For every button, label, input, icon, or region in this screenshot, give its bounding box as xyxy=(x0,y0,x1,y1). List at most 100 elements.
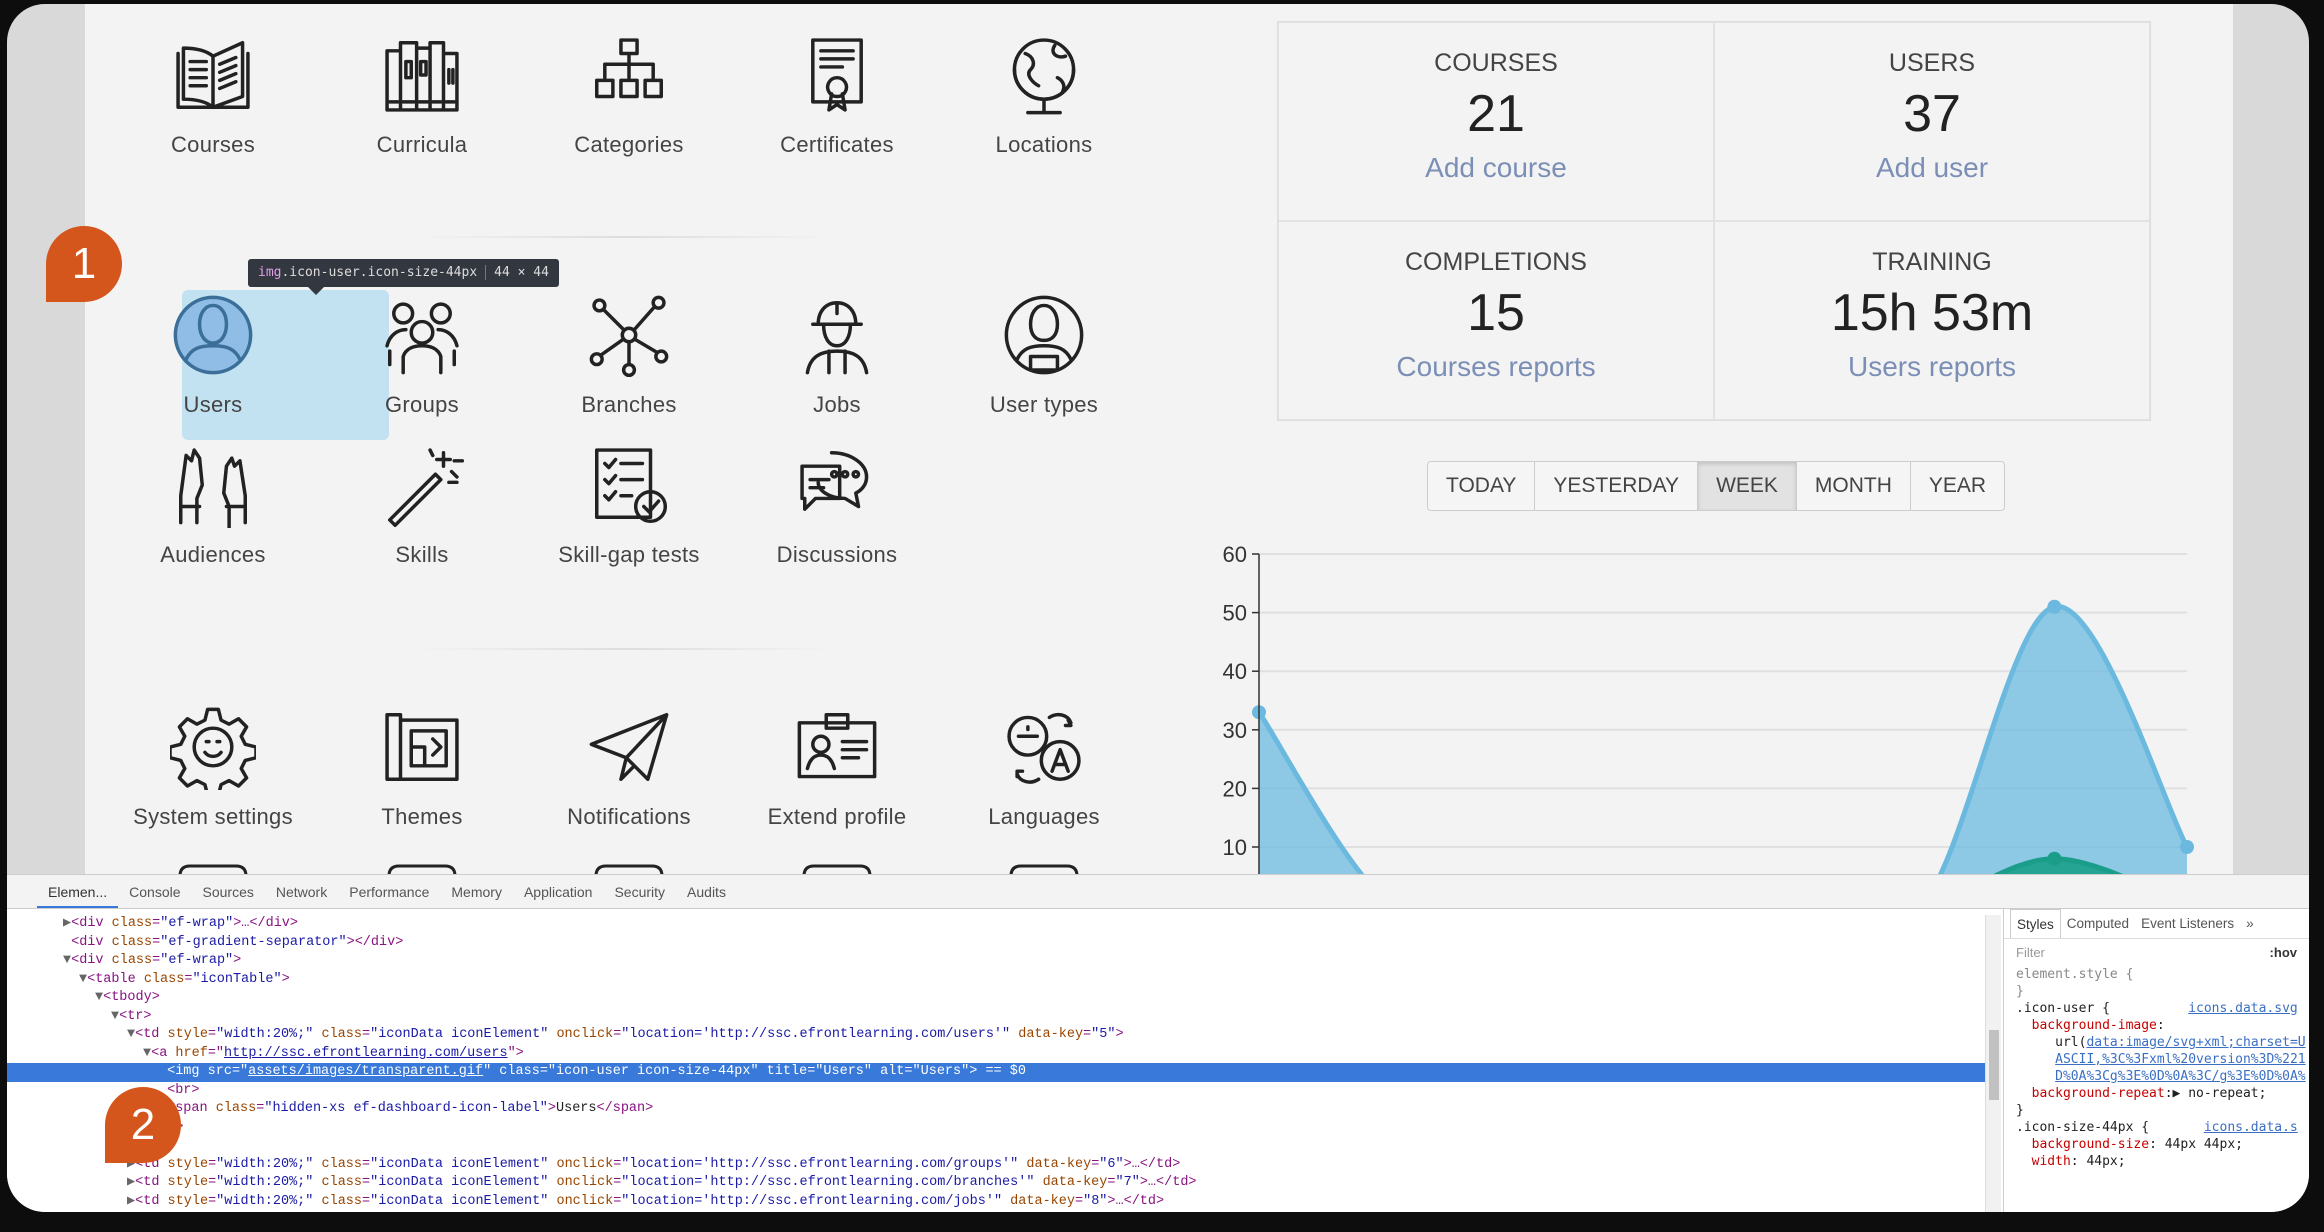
tile-extend-profile[interactable]: Extend profile xyxy=(737,704,937,830)
tile-courses[interactable]: Courses xyxy=(113,32,313,158)
hover-state-toggle[interactable]: :hov xyxy=(2270,945,2297,960)
styles-tab[interactable]: Computed xyxy=(2061,909,2135,938)
devtools-tab-performance[interactable]: Performance xyxy=(338,875,440,908)
dom-node-line[interactable]: ▼<tr> xyxy=(7,1008,1985,1027)
expand-arrow[interactable]: ▼ xyxy=(63,953,71,968)
dom-node-line[interactable]: ▶<td style="width:20%;" class="iconData … xyxy=(7,1174,1985,1193)
code-token: style xyxy=(167,1156,209,1172)
tile-groups[interactable]: Groups xyxy=(322,292,522,418)
css-token xyxy=(2016,1086,2032,1101)
css-token: } xyxy=(2016,1103,2024,1118)
code-token: = xyxy=(362,1156,371,1172)
tile-user-types[interactable]: User types xyxy=(944,292,1144,418)
tile-categories[interactable]: Categories xyxy=(529,32,729,158)
dom-node-line[interactable]: ▼<td style="width:20%;" class="iconData … xyxy=(7,1026,1985,1045)
stat-link[interactable]: Users reports xyxy=(1848,351,2016,383)
tile-discussions[interactable]: Discussions xyxy=(737,442,937,568)
devtools-tab-security[interactable]: Security xyxy=(603,875,676,908)
expand-arrow[interactable]: ▶ xyxy=(127,1175,135,1190)
dom-node-line[interactable]: <div class="ef-gradient-separator"></div… xyxy=(7,934,1985,953)
css-rule-line: .icon-size-44px { icons.data.s xyxy=(2004,1119,2309,1136)
expand-arrow[interactable] xyxy=(159,1064,167,1079)
stat-value: 37 xyxy=(1903,85,1961,143)
tile-notifications[interactable]: Notifications xyxy=(529,704,729,830)
styles-filter-input[interactable]: Filter xyxy=(2016,945,2045,960)
range-month-button[interactable]: MONTH xyxy=(1796,462,1911,510)
elements-scrollbar[interactable] xyxy=(1985,915,2001,1212)
range-week-button[interactable]: WEEK xyxy=(1698,462,1797,510)
expand-arrow[interactable]: ▼ xyxy=(127,1027,135,1042)
code-token: class xyxy=(321,1027,362,1042)
expand-arrow[interactable]: ▼ xyxy=(143,1046,151,1061)
devtools-tab-console[interactable]: Console xyxy=(118,875,191,908)
devtools-tabs: Elemen... Console Sources Network Performanc… xyxy=(7,875,2309,909)
range-today-button[interactable]: TODAY xyxy=(1428,462,1536,510)
css-token: background-size xyxy=(2031,1137,2150,1152)
expand-arrow[interactable]: ▼ xyxy=(79,972,87,987)
tile-curricula[interactable]: Curricula xyxy=(322,32,522,158)
tile-system-settings[interactable]: System settings xyxy=(113,704,313,830)
expand-arrow[interactable]: ▶ xyxy=(63,916,71,931)
worker-icon xyxy=(805,301,869,375)
tile-skills[interactable]: Skills xyxy=(322,442,522,568)
devtools-tab-network[interactable]: Network xyxy=(265,875,338,908)
tile-jobs[interactable]: Jobs xyxy=(737,292,937,418)
tile-label: Notifications xyxy=(567,804,691,829)
dom-node-line[interactable]: ▶<td style="width:20%;" class="iconData … xyxy=(7,1156,1985,1175)
styles-tab[interactable]: Styles xyxy=(2010,909,2061,938)
devtools-tab-application[interactable]: Application xyxy=(513,875,604,908)
code-token: title xyxy=(766,1064,808,1079)
dom-node-line[interactable]: <br> xyxy=(7,1082,1985,1101)
styles-tab[interactable]: » xyxy=(2240,909,2260,938)
devtools-tab-sources[interactable]: Sources xyxy=(192,875,265,908)
stat-link[interactable]: Add course xyxy=(1425,152,1567,184)
code-token: Users xyxy=(556,1101,597,1116)
css-rule-line: background-image: xyxy=(2004,1017,2309,1034)
dom-node-line[interactable]: ▶<div class="ef-wrap">…</div> xyxy=(7,915,1985,934)
tile-audiences[interactable]: Audiences xyxy=(113,442,313,568)
css-token xyxy=(2016,1018,2032,1033)
selected-dom-node[interactable]: <img src="assets/images/transparent.gif"… xyxy=(7,1063,1985,1082)
expand-arrow[interactable] xyxy=(63,935,71,950)
devtools-tab-memory[interactable]: Memory xyxy=(440,875,513,908)
tile-locations[interactable]: Locations xyxy=(944,32,1144,158)
code-token: onclick xyxy=(556,1193,614,1209)
code-token: > xyxy=(233,953,242,968)
tile-themes[interactable]: Themes xyxy=(322,704,522,830)
code-token: " xyxy=(483,1064,500,1079)
expand-arrow[interactable]: ▶ xyxy=(127,1194,135,1209)
dom-node-line[interactable]: ▼<div class="ef-wrap"> xyxy=(7,952,1985,971)
stat-link[interactable]: Courses reports xyxy=(1396,351,1595,383)
range-year-button[interactable]: YEAR xyxy=(1910,462,2005,510)
scroll-thumb[interactable] xyxy=(1989,1030,1999,1100)
stat-link[interactable]: Add user xyxy=(1876,152,1988,184)
dom-node-line[interactable]: ▼<tbody> xyxy=(7,989,1985,1008)
dom-node-line[interactable]: </a> xyxy=(7,1119,1985,1138)
tile-skill-gap-tests[interactable]: Skill-gap tests xyxy=(529,442,729,568)
code-token: = xyxy=(208,1175,217,1190)
tile-users[interactable]: Users xyxy=(113,292,313,418)
devtools-tab-audits[interactable]: Audits xyxy=(676,875,737,908)
dom-node-line[interactable]: ▼<a href="http://ssc.efrontlearning.com/… xyxy=(7,1045,1985,1064)
devtools-tab-elemen[interactable]: Elemen... xyxy=(37,875,119,908)
magic-wand-icon xyxy=(388,448,465,528)
expand-arrow[interactable]: ▼ xyxy=(95,990,103,1005)
tile-certificates[interactable]: Certificates xyxy=(737,32,937,158)
code-token: onclick xyxy=(556,1156,614,1172)
dom-node-line[interactable]: <span class="hidden-xs ef-dashboard-icon… xyxy=(7,1100,1985,1119)
tile-languages[interactable]: Languages xyxy=(944,704,1144,830)
dom-node-line[interactable]: ▼<table class="iconTable"> xyxy=(7,971,1985,990)
range-yesterday-button[interactable]: YESTERDAY xyxy=(1535,462,1699,510)
dom-node-line[interactable]: </td> xyxy=(7,1137,1985,1156)
code-token: "6" xyxy=(1099,1156,1124,1172)
code-token: assets/images/transparent.gif xyxy=(248,1064,484,1079)
styles-tab[interactable]: Event Listeners xyxy=(2135,909,2240,938)
code-token: style xyxy=(167,1193,209,1209)
expand-arrow[interactable]: ▼ xyxy=(111,1009,119,1024)
css-token xyxy=(2016,1052,2055,1067)
dom-node-line[interactable]: ▶<td style="width:20%;" class="iconData … xyxy=(7,1193,1985,1212)
code-token: >…</td> xyxy=(1107,1193,1165,1209)
stat-title: COMPLETIONS xyxy=(1405,248,1587,276)
tile-branches[interactable]: Branches xyxy=(529,292,729,418)
code-token: "location='http://ssc.efrontlearning.com… xyxy=(621,1193,1011,1209)
